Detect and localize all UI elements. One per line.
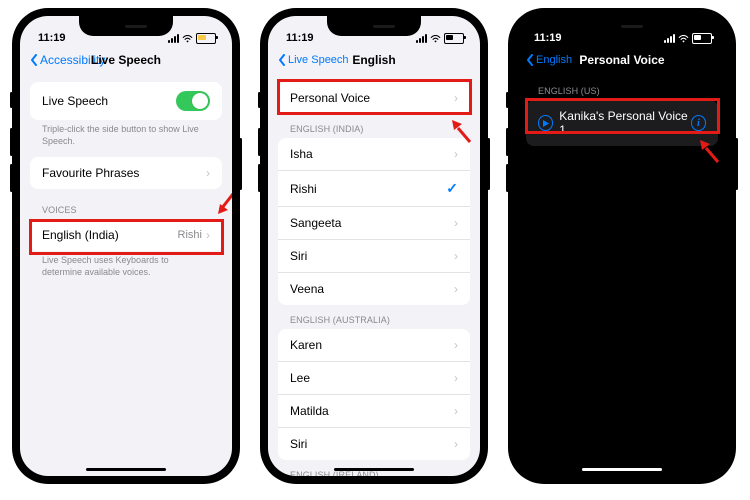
battery-icon xyxy=(444,33,464,44)
notch xyxy=(575,16,669,36)
wifi-icon xyxy=(678,35,689,43)
favourite-phrases-label: Favourite Phrases xyxy=(42,166,139,180)
signal-icon xyxy=(168,34,179,43)
chevron-right-icon: › xyxy=(454,338,458,352)
voice-row[interactable]: Lee › xyxy=(278,362,470,395)
chevron-right-icon: › xyxy=(454,249,458,263)
wifi-icon xyxy=(182,35,193,43)
voices-header: VOICES xyxy=(30,195,222,219)
group-header: ENGLISH (US) xyxy=(526,76,718,100)
chevron-right-icon: › xyxy=(454,147,458,161)
chevron-right-icon: › xyxy=(454,282,458,296)
home-indicator xyxy=(86,468,166,472)
live-speech-toggle-row[interactable]: Live Speech xyxy=(30,82,222,120)
group-header: ENGLISH (INDIA) xyxy=(278,114,470,138)
phone-mockup-3: 11:19 English Personal Voice ENGLISH (US… xyxy=(508,8,736,484)
battery-icon xyxy=(196,33,216,44)
notch xyxy=(79,16,173,36)
chevron-right-icon: › xyxy=(454,371,458,385)
home-indicator xyxy=(334,468,414,472)
arrow-annotation xyxy=(446,116,476,149)
voice-label: Siri xyxy=(290,437,307,451)
voice-label: Lee xyxy=(290,371,310,385)
voice-label: Isha xyxy=(290,147,313,161)
group-header: ENGLISH (AUSTRALIA) xyxy=(278,305,470,329)
voice-label: Veena xyxy=(290,282,324,296)
nav-bar: Live Speech English xyxy=(268,44,480,76)
voice-row[interactable]: Veena › xyxy=(278,273,470,305)
voice-label: Siri xyxy=(290,249,307,263)
nav-bar: Accessibility Live Speech xyxy=(20,44,232,76)
status-time: 11:19 xyxy=(38,32,66,44)
chevron-right-icon: › xyxy=(454,404,458,418)
voice-label: Matilda xyxy=(290,404,329,418)
wifi-icon xyxy=(430,35,441,43)
highlight-box xyxy=(29,219,224,255)
page-title: Live Speech xyxy=(91,53,161,67)
battery-icon xyxy=(692,33,712,44)
arrow-annotation xyxy=(694,136,724,169)
phone-mockup-1: 11:19 Accessibility Live Speech Live Spe… xyxy=(12,8,240,484)
voice-row[interactable]: Karen › xyxy=(278,329,470,362)
signal-icon xyxy=(416,34,427,43)
voices-footer: Live Speech uses Keyboards to determine … xyxy=(30,251,222,282)
phone-mockup-2: 11:19 Live Speech English Personal Voice… xyxy=(260,8,488,484)
voice-row[interactable]: Siri › xyxy=(278,240,470,273)
highlight-box xyxy=(525,98,720,134)
back-label: Live Speech xyxy=(288,54,349,66)
nav-bar: English Personal Voice xyxy=(516,44,728,76)
chevron-right-icon: › xyxy=(454,437,458,451)
voice-row[interactable]: Siri › xyxy=(278,428,470,460)
page-title: Personal Voice xyxy=(579,53,664,67)
chevron-left-icon xyxy=(30,54,38,66)
arrow-annotation xyxy=(212,186,232,223)
live-speech-footer: Triple-click the side button to show Liv… xyxy=(30,120,222,151)
voice-row[interactable]: Isha › xyxy=(278,138,470,171)
chevron-left-icon xyxy=(278,54,286,66)
voice-label: Rishi xyxy=(290,182,317,196)
favourite-phrases-row[interactable]: Favourite Phrases › xyxy=(30,157,222,189)
live-speech-label: Live Speech xyxy=(42,94,108,108)
voice-label: Karen xyxy=(290,338,322,352)
chevron-right-icon: › xyxy=(454,216,458,230)
voice-row[interactable]: Matilda › xyxy=(278,395,470,428)
chevron-left-icon xyxy=(526,54,534,66)
home-indicator xyxy=(582,468,662,472)
back-button[interactable]: English xyxy=(526,54,572,66)
notch xyxy=(327,16,421,36)
status-time: 11:19 xyxy=(286,32,314,44)
back-button[interactable]: Live Speech xyxy=(278,54,349,66)
page-title: English xyxy=(352,53,395,67)
chevron-right-icon: › xyxy=(206,166,210,180)
voice-label: Sangeeta xyxy=(290,216,341,230)
voice-row[interactable]: Rishi ✓ xyxy=(278,171,470,207)
status-time: 11:19 xyxy=(534,32,562,44)
signal-icon xyxy=(664,34,675,43)
highlight-box xyxy=(277,79,472,115)
voice-row[interactable]: Sangeeta › xyxy=(278,207,470,240)
checkmark-icon: ✓ xyxy=(446,180,458,197)
back-label: English xyxy=(536,54,572,66)
toggle-switch[interactable] xyxy=(176,91,210,111)
